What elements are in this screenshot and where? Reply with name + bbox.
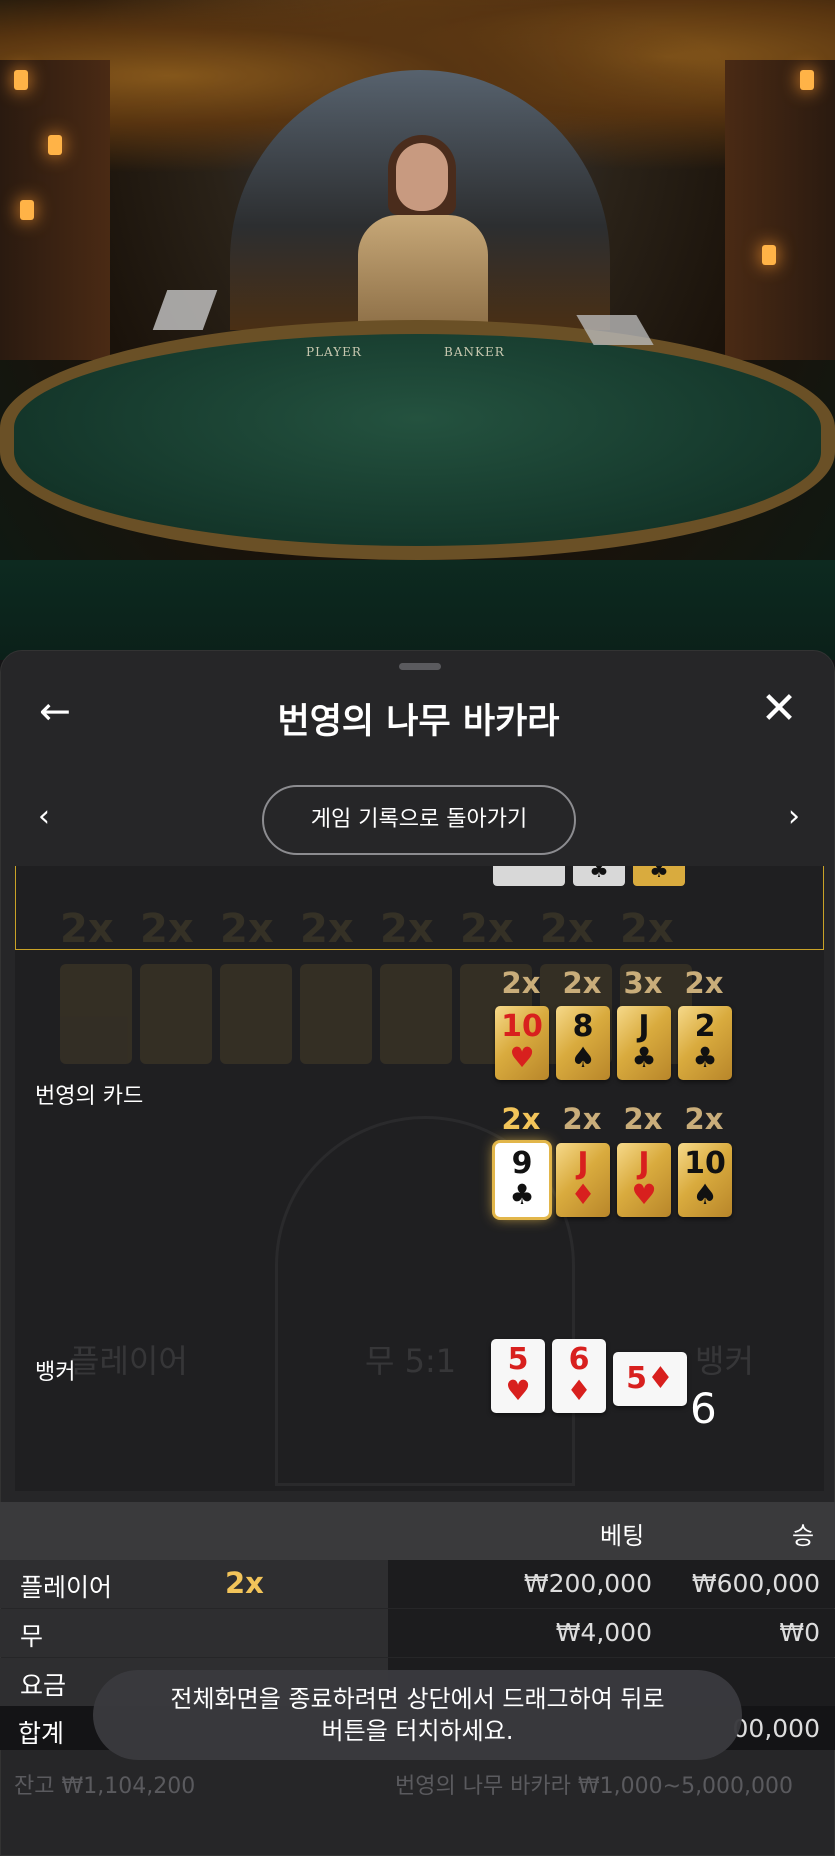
multiplier-badge: 2x xyxy=(684,1102,724,1136)
table-row: 무 ₩4,000 ₩0 xyxy=(0,1609,835,1657)
ghost-tie-label: 무 5:1 xyxy=(365,1342,457,1380)
ghost-banker-label: 뱅커 xyxy=(695,1342,754,1380)
close-icon[interactable]: ✕ xyxy=(757,687,801,731)
dealer xyxy=(358,215,488,335)
table-row: 플레이어 2x ₩200,000 ₩600,000 xyxy=(0,1560,835,1608)
banker-third-card: 5♦ xyxy=(613,1352,687,1406)
prosperity-card: 10 ♥ xyxy=(495,1006,549,1080)
multiplier-badge: 2x xyxy=(684,966,724,1000)
lantern xyxy=(48,135,62,155)
lantern xyxy=(762,245,776,265)
prosperity-card: J ♦ xyxy=(556,1143,610,1217)
table-limits-text: 번영의 나무 바카라 ₩1,000~5,000,000 xyxy=(395,1774,794,1799)
dealer-face xyxy=(396,143,448,211)
table-player-label: PLAYER xyxy=(306,345,362,359)
prosperity-cards-label: 번영의 카드 xyxy=(35,1084,144,1109)
table-fade xyxy=(0,560,835,660)
card-peek: ♣ xyxy=(633,866,685,886)
table-banker-label: BANKER xyxy=(444,345,505,359)
page-title: 번영의 나무 바카라 xyxy=(277,702,560,742)
live-video-feed: PLAYER BANKER xyxy=(0,0,835,660)
left-pillar xyxy=(0,60,110,360)
multiplier-badge: 2x xyxy=(501,966,541,1000)
right-pillar xyxy=(725,60,835,360)
prosperity-card-matched: 9 ♣ xyxy=(495,1143,549,1217)
fullscreen-exit-toast: 전체화면을 종료하려면 상단에서 드래그하여 뒤로 버튼을 터치하세요. xyxy=(93,1670,742,1760)
drag-handle[interactable] xyxy=(399,663,441,670)
prosperity-card: 2 ♣ xyxy=(678,1006,732,1080)
lantern xyxy=(800,70,814,90)
banker-total: 6 xyxy=(690,1384,717,1433)
toast-line-2: 버튼을 터치하세요. xyxy=(321,1717,514,1745)
prosperity-card: 8 ♠ xyxy=(556,1006,610,1080)
multiplier-badge: 2x xyxy=(562,966,602,1000)
win-column-header: 승 xyxy=(792,1522,815,1550)
card-peek xyxy=(493,866,565,886)
previous-round-icon[interactable]: ‹ xyxy=(29,799,59,834)
bet-column-header: 베팅 xyxy=(600,1522,645,1550)
banker-card: 6 ♦ xyxy=(552,1339,606,1413)
multiplier-badge: 2x xyxy=(501,1102,541,1136)
card-shoe xyxy=(152,290,218,330)
multiplier-badge: 2x xyxy=(623,1102,663,1136)
next-round-icon[interactable]: › xyxy=(779,799,809,834)
banker-card: 5 ♥ xyxy=(491,1339,545,1413)
back-to-history-button[interactable]: 게임 기록으로 돌아가기 xyxy=(262,785,576,855)
multiplier-badge: 2x xyxy=(562,1102,602,1136)
toast-line-1: 전체화면을 종료하려면 상단에서 드래그하여 뒤로 xyxy=(170,1685,665,1713)
bets-header: 베팅 승 xyxy=(0,1502,835,1560)
highlighted-row-frame xyxy=(15,866,824,950)
prosperity-card: J ♥ xyxy=(617,1143,671,1217)
ghost-player-label: 플레이어 xyxy=(70,1342,188,1380)
card-peek: ♣ xyxy=(573,866,625,886)
lantern xyxy=(14,70,28,90)
prosperity-card: 10 ♠ xyxy=(678,1143,732,1217)
banker-label: 뱅커 xyxy=(35,1360,76,1385)
multiplier-badge: 3x xyxy=(623,966,663,1000)
prosperity-card: J ♣ xyxy=(617,1006,671,1080)
balance-text: 잔고 ₩1,104,200 xyxy=(14,1774,196,1799)
multiplier-badge: 2x xyxy=(225,1566,264,1600)
baccarat-table xyxy=(0,320,835,560)
lantern xyxy=(20,200,34,220)
